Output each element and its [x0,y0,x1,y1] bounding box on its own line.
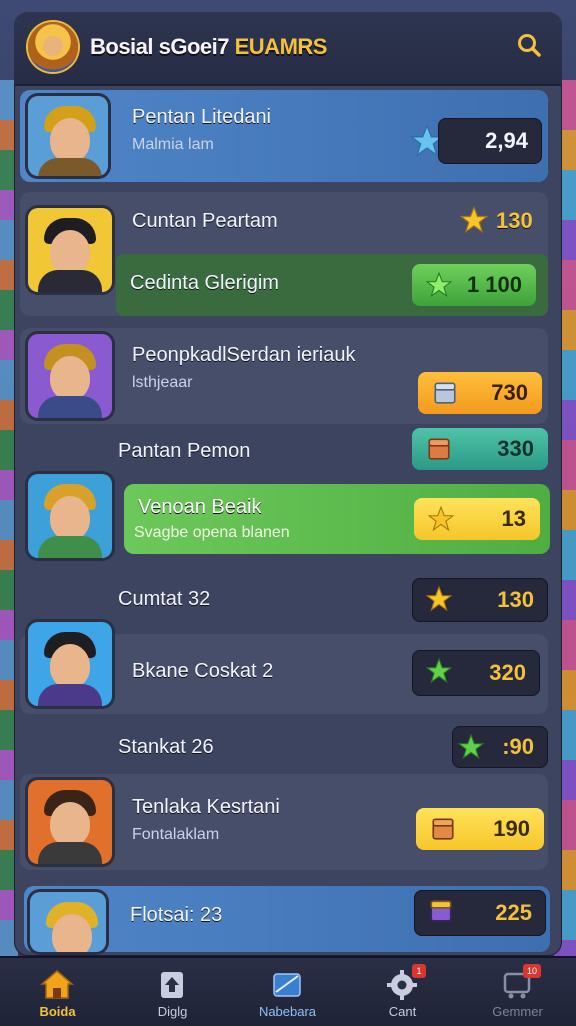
chest-icon [434,382,456,404]
map-icon [273,973,301,997]
player-name[interactable]: Pantan Pemon [118,440,250,463]
score-value: 130 [496,208,533,233]
player-name: Bkane Coskat 2 [132,660,274,682]
score-badge: :90 [452,726,548,768]
app-header: Bosial sGoei7 EUAMRS [14,12,562,86]
home-icon [40,970,74,999]
player-name: Cedinta Glerigim [130,272,279,294]
notification-badge: 1 [412,964,426,978]
score-badge: 2,94 [438,118,542,164]
nav-label: Diglg [157,1004,188,1019]
list-item-highlight[interactable]: Cedinta Glerigim 1 100 [116,254,548,316]
avatar [28,208,112,292]
player-subtitle: Svagbe opena blanen [134,524,290,541]
star-icon [426,272,452,298]
score-badge: 330 [412,428,548,470]
bottom-nav: Boida Diglg Nabebara 1 Cant 10 Gemmer [0,956,576,1026]
nav-label: Boida [39,1004,76,1019]
avatar [28,96,108,176]
list-item[interactable]: Pentan Litedani Malmia lam 2,94 [20,90,548,182]
nav-shop[interactable]: 10 Gemmer [460,958,575,1026]
leaderboard-panel: Bosial sGoei7 EUAMRS Pentan Litedani Mal… [14,12,562,956]
nav-upload[interactable]: Diglg [115,958,230,1026]
star-icon [426,586,452,612]
player-name: Flotsai: 23 [130,904,223,926]
star-icon [458,734,484,760]
avatar [28,622,112,706]
score-badge: 1 100 [412,264,536,306]
nav-settings[interactable]: 1 Cant [345,958,460,1026]
nav-home[interactable]: Boida [0,958,115,1026]
player-name[interactable]: Cumtat 32 [118,588,210,611]
avatar [30,892,106,952]
avatar [28,780,112,864]
star-icon [460,206,488,234]
player-name: Venoan Beaik [138,496,262,518]
chest-icon [432,818,454,840]
avatar [28,474,112,558]
score-badge: 130 [412,578,548,622]
star-icon [426,658,452,684]
score-badge: 320 [412,650,540,696]
player-subtitle: Malmia lam [132,136,214,153]
chest-icon [430,900,452,922]
list-item-highlight[interactable]: Venoan Beaik Svagbe opena blanen 13 [124,484,550,554]
avatar [28,334,112,418]
nav-label: Nabebara [258,1004,317,1019]
score-badge: 730 [418,372,542,414]
player-name: Pentan Litedani [132,106,272,128]
player-subtitle: Fontalaklam [132,826,220,843]
list-item[interactable]: Bkane Coskat 2 320 [20,622,548,714]
list-item[interactable]: PeonpkadlSerdan ieriauk lsthjeaar 730 [20,328,548,424]
player-subtitle: lsthjeaar [132,374,193,391]
nav-label: Cant [388,1004,417,1019]
player-name: Tenlaka Kesrtani [132,796,280,818]
list-item[interactable]: Tenlaka Kesrtani Fontalaklam 190 [20,774,548,870]
player-name: Cuntan Peartam [132,210,278,232]
nav-map[interactable]: Nabebara [230,958,345,1026]
notification-badge: 10 [523,964,541,978]
score-badge: 190 [416,808,544,850]
chest-icon [428,438,450,460]
upload-icon [161,972,183,998]
player-name[interactable]: Stankat 26 [118,736,214,759]
nav-label: Gemmer [492,1004,543,1019]
search-icon[interactable] [516,32,542,58]
score-badge: 13 [414,498,540,540]
game-logo [28,22,78,72]
star-icon [428,506,454,532]
list-item[interactable]: Flotsai: 23 225 [24,886,550,952]
list-item[interactable]: Cuntan Peartam 130 Cedinta Glerigim 1 10… [20,192,548,316]
app-title: Bosial sGoei7 EUAMRS [90,34,327,59]
score-badge: 225 [414,890,546,936]
player-name: PeonpkadlSerdan ieriauk [132,344,356,366]
